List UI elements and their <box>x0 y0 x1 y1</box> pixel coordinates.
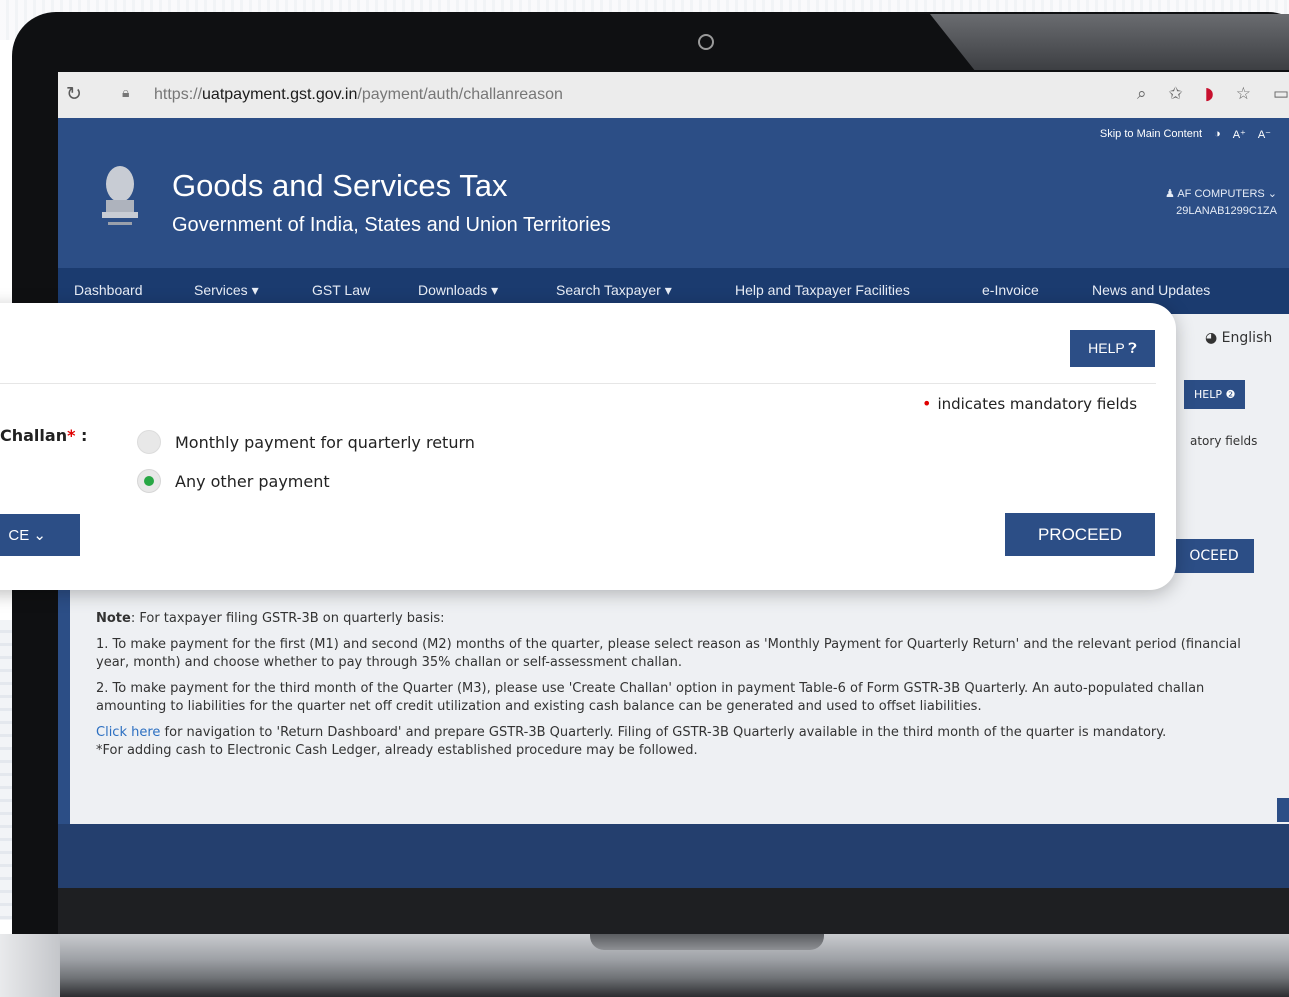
language-selector[interactable]: ◕ English <box>1205 330 1272 346</box>
site-title: Goods and Services Tax <box>172 168 508 203</box>
bezel-reflection <box>930 14 1289 70</box>
accessibility-strip: Skip to Main Content ◑ A⁺ A⁻ <box>1100 128 1271 141</box>
option-monthly-quarterly-label: Monthly payment for quarterly return <box>175 432 475 452</box>
note-paragraph-1: 1. To make payment for the first (M1) an… <box>96 637 1241 670</box>
nav-downloads[interactable]: Downloads ▾ <box>418 282 498 299</box>
url-prefix: https:// <box>154 86 203 103</box>
webcam-icon <box>698 34 714 50</box>
laptop-base-edge <box>0 934 60 997</box>
radio-monthly-quarterly[interactable] <box>137 430 161 454</box>
challan-reason-label: Challan* : <box>0 426 87 445</box>
advance-label: CE <box>8 527 30 544</box>
background-mandatory-text: atory fields <box>1190 434 1258 448</box>
option-any-other-payment-label: Any other payment <box>175 471 330 491</box>
nav-search-taxpayer[interactable]: Search Taxpayer ▾ <box>556 282 672 299</box>
nav-dashboard[interactable]: Dashboard <box>74 282 143 298</box>
browser-icons: ⌕ ✩ ◗ ☆ ▭ <box>1137 84 1289 104</box>
mandatory-note: • indicates mandatory fields <box>922 394 1137 413</box>
option-any-other-payment[interactable]: Any other payment <box>137 469 330 493</box>
mandatory-text: indicates mandatory fields <box>937 395 1138 413</box>
card-divider <box>0 383 1156 384</box>
lock-icon[interactable]: 🔒︎ <box>122 85 129 101</box>
national-emblem-logo <box>102 166 138 225</box>
font-increase-button[interactable]: A⁺ <box>1233 128 1246 141</box>
nav-services[interactable]: Services ▾ <box>194 282 259 299</box>
extension-shield-icon[interactable]: ◗ <box>1205 84 1214 104</box>
favorites-icon[interactable]: ☆ <box>1236 84 1251 104</box>
click-here-link[interactable]: Click here <box>96 725 160 740</box>
note-intro: : For taxpayer filing GSTR-3B on quarter… <box>130 611 445 626</box>
feedback-tab[interactable] <box>1277 798 1289 822</box>
chevron-down-icon: ⌄ <box>33 527 46 544</box>
help-button[interactable]: HELP ❓︎ <box>1070 330 1155 367</box>
zoomed-challan-card: HELP ❓︎ • indicates mandatory fields Chal… <box>0 303 1176 590</box>
option-monthly-quarterly[interactable]: Monthly payment for quarterly return <box>137 430 475 454</box>
challan-label-colon: : <box>75 426 88 445</box>
note-paragraph-4: *For adding cash to Electronic Cash Ledg… <box>96 743 698 758</box>
language-label: English <box>1221 330 1273 346</box>
help-circle-icon: ❓︎ <box>1128 340 1137 356</box>
globe-icon: ◕ <box>1205 330 1218 346</box>
advance-search-button[interactable]: CE ⌄ <box>0 514 80 556</box>
collections-icon[interactable]: ▭ <box>1273 84 1289 104</box>
address-bar[interactable]: https://uatpayment.gst.gov.in/payment/au… <box>154 86 563 104</box>
site-subtitle: Government of India, States and Union Te… <box>172 214 611 236</box>
skip-to-main-link[interactable]: Skip to Main Content <box>1100 128 1202 141</box>
note-heading: Note <box>96 611 131 626</box>
nav-help-facilities[interactable]: Help and Taxpayer Facilities <box>735 282 910 298</box>
url-path: /payment/auth/challanreason <box>357 86 563 103</box>
reload-icon[interactable]: ↻ <box>66 83 82 105</box>
contrast-icon[interactable]: ◑ <box>1214 128 1221 141</box>
browser-toolbar: ↻ 🔒︎ https://uatpayment.gst.gov.in/payme… <box>58 72 1289 119</box>
note-paragraph-2: 2. To make payment for the third month o… <box>96 681 1205 714</box>
read-aloud-icon[interactable]: ✩ <box>1168 84 1182 104</box>
background-proceed-button[interactable]: OCEED <box>1174 539 1254 573</box>
user-name: AF COMPUTERS ⌄ <box>1177 188 1277 200</box>
help-label: HELP <box>1088 340 1125 356</box>
background-help-button[interactable]: HELP ❷ <box>1184 380 1246 409</box>
note-paragraph-3: for navigation to 'Return Dashboard' and… <box>160 725 1167 740</box>
proceed-button[interactable]: PROCEED <box>1005 513 1155 556</box>
nav-e-invoice[interactable]: e-Invoice <box>982 282 1039 298</box>
required-dot-icon: • <box>922 394 932 413</box>
user-gstin: 29LANAB1299C1ZA <box>1176 205 1277 217</box>
site-footer <box>58 824 1289 888</box>
radio-any-other-payment[interactable] <box>137 469 161 493</box>
url-domain: uatpayment.gst.gov.in <box>202 86 358 103</box>
laptop-hinge-notch <box>590 934 824 950</box>
nav-gst-law[interactable]: GST Law <box>312 282 370 298</box>
zoom-icon[interactable]: ⌕ <box>1137 84 1147 104</box>
user-menu[interactable]: ♟ AF COMPUTERS ⌄ 29LANAB1299C1ZA <box>1165 186 1277 220</box>
challan-label-text: Challan <box>0 426 68 445</box>
nav-news-updates[interactable]: News and Updates <box>1092 282 1210 298</box>
notes-section: Note: For taxpayer filing GSTR-3B on qua… <box>96 610 1256 768</box>
font-decrease-button[interactable]: A⁻ <box>1258 128 1271 141</box>
user-icon: ♟ <box>1165 188 1175 200</box>
